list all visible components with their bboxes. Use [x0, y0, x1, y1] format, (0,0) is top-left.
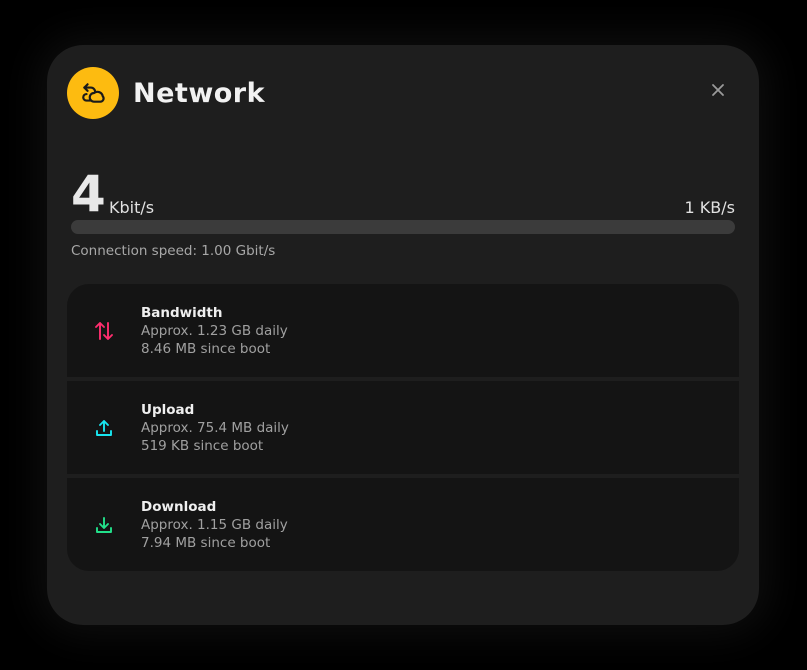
stat-card-upload: Upload Approx. 75.4 MB daily 519 KB sinc…: [67, 381, 739, 474]
close-icon: [712, 84, 724, 96]
stat-since-boot: 519 KB since boot: [141, 437, 264, 454]
swap-vertical-icon: [67, 320, 141, 342]
close-button[interactable]: [707, 79, 729, 101]
stat-since-boot: 8.46 MB since boot: [141, 340, 271, 357]
stat-title: Download: [141, 498, 217, 515]
upload-icon: [67, 418, 141, 438]
network-panel: Network 4 Kbit/s 1 KB/s Connection speed…: [47, 45, 759, 625]
network-icon: [67, 67, 119, 119]
connection-speed: Connection speed: 1.00 Gbit/s: [71, 243, 276, 259]
stat-card-download: Download Approx. 1.15 GB daily 7.94 MB s…: [67, 478, 739, 571]
download-icon: [67, 515, 141, 535]
stat-title: Bandwidth: [141, 304, 223, 321]
stat-daily: Approx. 1.15 GB daily: [141, 516, 288, 533]
speed-readout: 4 Kbit/s 1 KB/s: [71, 163, 735, 219]
stat-title: Upload: [141, 401, 195, 418]
speed-max-label: 1 KB/s: [684, 198, 735, 217]
speed-progress-bar: [71, 220, 735, 234]
stat-since-boot: 7.94 MB since boot: [141, 534, 271, 551]
stats-list: Bandwidth Approx. 1.23 GB daily 8.46 MB …: [67, 284, 739, 571]
speed-unit: Kbit/s: [109, 198, 155, 217]
stat-daily: Approx. 75.4 MB daily: [141, 419, 289, 436]
stat-daily: Approx. 1.23 GB daily: [141, 322, 288, 339]
page-title: Network: [133, 77, 266, 109]
speed-value: 4: [71, 165, 106, 223]
panel-header: Network: [67, 67, 265, 119]
stat-card-bandwidth: Bandwidth Approx. 1.23 GB daily 8.46 MB …: [67, 284, 739, 377]
